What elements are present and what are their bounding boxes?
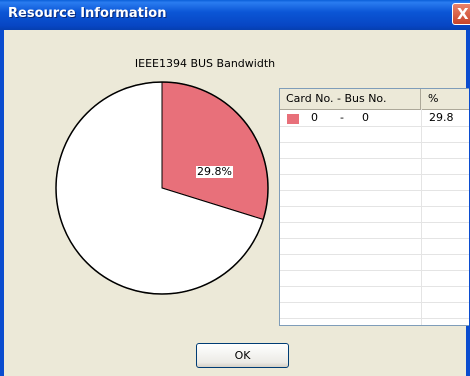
table-row-empty xyxy=(280,158,469,175)
column-header-card-bus[interactable]: Card No. - Bus No. xyxy=(280,89,421,109)
bus-number: 0 xyxy=(362,111,369,124)
table-row-empty xyxy=(280,142,469,159)
percent-value: 29.8 xyxy=(429,111,454,124)
table-row-empty xyxy=(280,270,469,287)
table-row-empty xyxy=(280,206,469,223)
table-row-empty xyxy=(280,190,469,207)
table-row-empty xyxy=(280,286,469,303)
table-row-empty xyxy=(280,126,469,143)
resource-table: Card No. - Bus No. % 0 - 0 29.8 xyxy=(279,88,469,326)
color-swatch xyxy=(287,114,299,124)
table-row-empty xyxy=(280,174,469,191)
table-row[interactable]: 0 - 0 29.8 xyxy=(280,110,469,127)
table-row-empty xyxy=(280,254,469,271)
table-row-empty xyxy=(280,238,469,255)
table-header: Card No. - Bus No. % xyxy=(280,89,469,110)
card-number: 0 xyxy=(311,111,318,124)
table-row-empty xyxy=(280,222,469,239)
separator: - xyxy=(340,111,344,124)
slice-label: 29.8% xyxy=(196,165,233,178)
column-header-percent[interactable]: % xyxy=(422,89,469,109)
ok-button[interactable]: OK xyxy=(196,343,289,368)
table-row-empty xyxy=(280,302,469,319)
